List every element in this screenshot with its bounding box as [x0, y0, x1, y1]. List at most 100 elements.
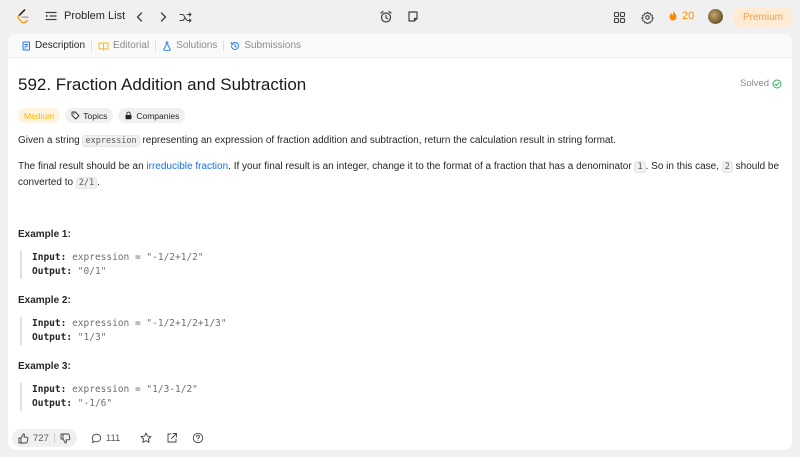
- vote-group: 727: [12, 429, 77, 447]
- solved-status: Solved: [740, 78, 782, 89]
- example-block: Input: expression = "1/3-1/2" Output: "-…: [20, 383, 198, 411]
- tag-icon: [71, 111, 80, 120]
- check-circle-icon: [772, 79, 782, 88]
- leetcode-logo-icon[interactable]: [15, 9, 31, 25]
- input-label: Input:: [32, 252, 67, 263]
- example-output-line: Output: "-1/6": [32, 397, 198, 411]
- example-output-line: Output: "0/1": [32, 265, 204, 279]
- description-paragraph-1: Given a string expression representing a…: [18, 133, 782, 149]
- fire-icon: [669, 10, 677, 21]
- flask-icon: [163, 41, 171, 51]
- output-value: "1/3": [77, 332, 107, 343]
- difficulty-badge: Medium: [18, 108, 61, 123]
- tab-description[interactable]: Description: [16, 40, 90, 51]
- output-label: Output:: [32, 332, 73, 343]
- tab-description-label: Description: [35, 40, 86, 51]
- history-icon: [231, 41, 240, 50]
- like-count: 727: [33, 432, 49, 444]
- topics-button[interactable]: Topics: [65, 108, 114, 123]
- input-value: expression = "1/3-1/2": [72, 384, 198, 395]
- example-output-line: Output: "1/3": [32, 331, 227, 345]
- upvote-button[interactable]: 727: [18, 433, 49, 444]
- problem-list-label: Problem List: [64, 10, 126, 22]
- chevron-right-icon: [160, 12, 167, 22]
- desc-text: .: [97, 177, 100, 188]
- problem-tags: Medium Topics Companies: [18, 108, 186, 123]
- share-button[interactable]: [166, 432, 178, 444]
- top-bar: Problem List 20 Premium: [0, 0, 800, 34]
- shuffle-icon: [178, 11, 192, 23]
- output-label: Output:: [32, 398, 73, 409]
- tab-submissions-label: Submissions: [244, 40, 302, 51]
- notes-button[interactable]: [403, 7, 423, 27]
- comment-icon: [91, 433, 101, 443]
- timer-button[interactable]: [376, 7, 396, 27]
- tab-submissions[interactable]: Submissions: [225, 40, 306, 51]
- panel-tabs: Description Editorial Solutions Submissi…: [8, 34, 792, 58]
- gear-icon: [640, 11, 654, 24]
- star-icon: [140, 432, 152, 443]
- lock-icon: [125, 111, 132, 120]
- book-icon: [98, 42, 109, 50]
- desc-text: representing an expression of fraction a…: [139, 135, 617, 146]
- help-button[interactable]: [192, 432, 204, 444]
- daily-streak[interactable]: 20: [667, 9, 694, 22]
- inline-code: 2: [721, 161, 733, 173]
- premium-button[interactable]: Premium: [734, 7, 792, 27]
- layout-button[interactable]: [611, 9, 627, 25]
- user-avatar[interactable]: [708, 9, 723, 24]
- description-panel: Description Editorial Solutions Submissi…: [8, 34, 792, 450]
- example-heading: Example 3:: [18, 361, 71, 372]
- example-input-line: Input: expression = "-1/2+1/2": [32, 251, 204, 265]
- example-input-line: Input: expression = "1/3-1/2": [32, 383, 198, 397]
- example-heading: Example 2:: [18, 295, 71, 306]
- tab-solutions-label: Solutions: [176, 40, 218, 51]
- input-label: Input:: [32, 384, 67, 395]
- vote-divider: [53, 433, 55, 443]
- desc-text: The final result should be an: [18, 161, 147, 172]
- problem-title[interactable]: 592. Fraction Addition and Subtraction: [18, 75, 306, 95]
- tab-divider: [155, 40, 157, 51]
- note-icon: [408, 11, 418, 22]
- topics-label: Topics: [83, 110, 108, 121]
- next-problem-button[interactable]: [155, 9, 171, 25]
- tab-editorial[interactable]: Editorial: [93, 40, 154, 51]
- list-icon: [44, 9, 58, 23]
- input-value: expression = "-1/2+1/2": [72, 252, 204, 263]
- output-value: "0/1": [77, 266, 107, 277]
- thumbs-up-icon: [18, 433, 29, 443]
- share-icon: [167, 433, 178, 443]
- inline-code: 1: [634, 161, 646, 173]
- inline-code: 2/1: [75, 177, 98, 189]
- example-heading: Example 1:: [18, 229, 71, 240]
- tab-divider: [91, 40, 93, 51]
- problem-list-button[interactable]: Problem List: [44, 9, 125, 23]
- downvote-button[interactable]: [60, 433, 71, 444]
- desc-text: . If your final result is an integer, ch…: [228, 161, 635, 172]
- bottom-action-bar: 727 111: [8, 426, 792, 450]
- grid-icon: [613, 11, 625, 23]
- previous-problem-button[interactable]: [132, 9, 148, 25]
- irreducible-fraction-link[interactable]: irreducible fraction: [146, 161, 228, 172]
- random-problem-button[interactable]: [177, 9, 193, 25]
- tab-solutions[interactable]: Solutions: [157, 40, 222, 51]
- document-icon: [22, 41, 30, 50]
- tab-divider: [223, 40, 225, 51]
- alarm-clock-icon: [380, 10, 392, 23]
- inline-code: expression: [82, 135, 140, 147]
- output-value: "-1/6": [77, 398, 113, 409]
- desc-text: . So in this case,: [645, 161, 722, 172]
- input-value: expression = "-1/2+1/2+1/3": [72, 318, 227, 329]
- streak-count: 20: [682, 9, 695, 22]
- thumbs-down-icon: [60, 433, 71, 443]
- desc-text: Given a string: [18, 135, 83, 146]
- tab-editorial-label: Editorial: [113, 40, 150, 51]
- comments-button[interactable]: 111: [91, 433, 120, 444]
- description-paragraph-2: The final result should be an irreducibl…: [18, 159, 782, 191]
- settings-button[interactable]: [639, 9, 655, 25]
- companies-button[interactable]: Companies: [118, 108, 186, 123]
- output-label: Output:: [32, 266, 73, 277]
- favorite-button[interactable]: [140, 432, 152, 444]
- comment-count: 111: [105, 432, 121, 444]
- input-label: Input:: [32, 318, 67, 329]
